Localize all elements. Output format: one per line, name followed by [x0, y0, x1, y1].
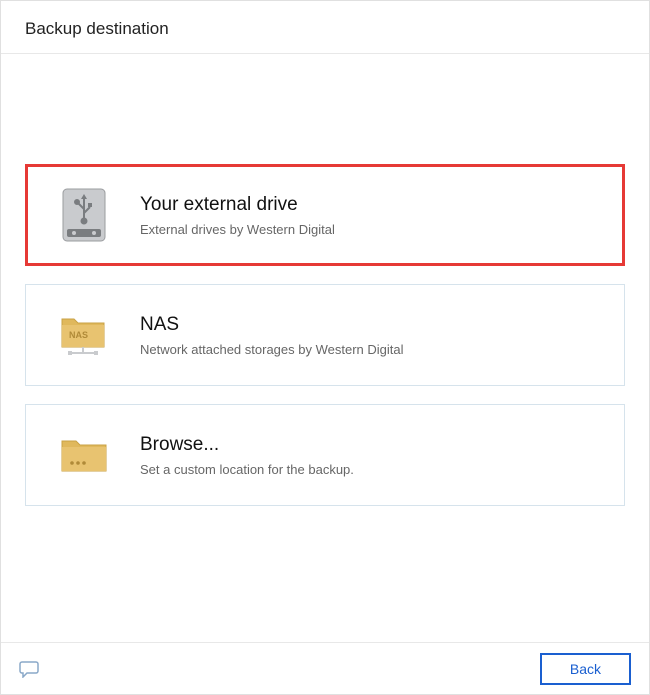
footer-bar: Back: [1, 642, 649, 694]
chat-icon[interactable]: [19, 660, 39, 678]
options-list: Your external drive External drives by W…: [1, 54, 649, 544]
option-desc: Network attached storages by Western Dig…: [140, 342, 404, 357]
page-title: Backup destination: [25, 19, 625, 39]
option-text: Your external drive External drives by W…: [140, 194, 335, 237]
option-title: Your external drive: [140, 194, 335, 216]
svg-text:NAS: NAS: [69, 330, 88, 340]
nas-folder-icon: NAS: [56, 307, 112, 363]
page-header: Backup destination: [1, 1, 649, 54]
option-external-drive[interactable]: Your external drive External drives by W…: [25, 164, 625, 266]
back-button[interactable]: Back: [540, 653, 631, 685]
option-text: NAS Network attached storages by Western…: [140, 314, 404, 357]
option-title: NAS: [140, 314, 404, 336]
browse-folder-icon: [56, 427, 112, 483]
option-desc: Set a custom location for the backup.: [140, 462, 354, 477]
option-desc: External drives by Western Digital: [140, 222, 335, 237]
option-browse[interactable]: Browse... Set a custom location for the …: [25, 404, 625, 506]
external-drive-icon: [56, 187, 112, 243]
option-nas[interactable]: NAS NAS Network attached storages by Wes…: [25, 284, 625, 386]
option-title: Browse...: [140, 434, 354, 456]
option-text: Browse... Set a custom location for the …: [140, 434, 354, 477]
